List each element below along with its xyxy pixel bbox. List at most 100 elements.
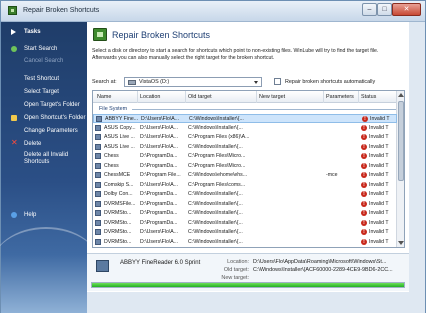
error-icon: ! — [361, 162, 367, 169]
minimize-button[interactable]: – — [362, 3, 377, 16]
cell-name: ABBYY Fine... — [105, 116, 139, 122]
column-divider[interactable] — [323, 91, 324, 103]
table-row[interactable]: ASUS Live ... D:\Users\Flo\A... C:\Program… — [93, 133, 397, 142]
cell-old-target: C:\Windows\Installer\{... — [188, 238, 243, 245]
table-row[interactable]: DVRMSto... D:\Users\Flo\A... C:\Windows\In… — [93, 238, 397, 247]
cell-status: Invalid T — [369, 143, 389, 150]
cell-status: Invalid T — [369, 124, 389, 131]
error-icon: ! — [361, 210, 367, 216]
table-row[interactable]: ChessMCE D:\Program File... C:\Windows\eho… — [93, 171, 397, 180]
sidebar-item-9[interactable]: Delete all Invalid Shortcuts — [5, 152, 85, 165]
table-row[interactable]: Dolby Con... D:\ProgramDa... C:\Windows\In… — [93, 190, 397, 199]
column-header[interactable]: New target — [259, 94, 285, 100]
shortcut-icon — [95, 229, 101, 235]
shortcut-icon — [95, 219, 101, 226]
table-row[interactable]: ABBYY Fine... D:\Users\Flo\A... C:\Windows… — [93, 114, 397, 123]
scroll-thumb[interactable] — [398, 101, 404, 181]
cell-old-target: C:\Program Files\Micro... — [188, 162, 246, 169]
sidebar-item-6[interactable]: Open Shortcut's Folder — [5, 113, 86, 123]
cell-location: D:\Users\Flo\A... — [140, 229, 179, 235]
sidebar-item-label: Tasks — [24, 29, 41, 35]
cell-parameters: -mce — [326, 172, 338, 178]
shortcut-icon — [95, 143, 101, 150]
table-row[interactable]: Chess D:\ProgramDa... C:\Program Files\Mic… — [93, 162, 397, 171]
table-row[interactable]: DVRMSto... D:\ProgramDa... C:\Windows\Inst… — [93, 219, 397, 228]
column-header[interactable]: Name — [97, 94, 111, 100]
table-row[interactable]: ASUS Live ... D:\Users\Flo\A... C:\Windows… — [93, 143, 397, 152]
app-window: Repair Broken Shortcuts – □ ✕ Tasks Start… — [0, 0, 426, 313]
scroll-up-icon[interactable] — [398, 93, 404, 97]
table-row[interactable]: DVRMSFile... D:\ProgramDa... C:\Windows\In… — [93, 200, 397, 209]
cell-location: D:\Users\Flo\A... — [140, 238, 179, 245]
cell-name: ASUS Live ... — [104, 134, 135, 140]
column-header[interactable]: Location — [140, 94, 160, 100]
sidebar-item-label: Start Search — [24, 46, 58, 52]
sidebar-item-0: Tasks — [5, 27, 85, 37]
cell-old-target: C:\Windows\ehome\ehs... — [188, 172, 248, 178]
sidebar-item-8[interactable]: ✕ Delete — [5, 139, 85, 149]
sidebar-item-10[interactable]: Help — [5, 210, 85, 220]
cell-name: DVRMSto... — [104, 219, 132, 226]
delete-icon: ✕ — [11, 138, 18, 147]
sidebar-item-4[interactable]: Select Target — [5, 87, 85, 97]
cell-status: Invalid T — [370, 116, 390, 122]
table-row[interactable]: DVRMSto... D:\ProgramDa... C:\Windows\Inst… — [93, 209, 397, 218]
search-location-select[interactable]: VistaOS (D:) — [124, 77, 262, 87]
column-header[interactable]: Old target — [188, 94, 212, 100]
cell-location: D:\ProgramDa... — [140, 200, 178, 207]
cell-location: D:\ProgramDa... — [140, 162, 178, 169]
error-icon: ! — [362, 116, 368, 122]
help-icon — [11, 212, 17, 218]
cell-name: Chess — [104, 162, 119, 169]
column-header[interactable]: Parameters — [326, 94, 354, 100]
table-row[interactable]: DVRMSto... D:\Users\Flo\A... C:\Windows\In… — [93, 228, 397, 237]
vertical-scrollbar[interactable] — [396, 91, 404, 247]
column-divider[interactable] — [185, 91, 186, 103]
cell-old-target: C:\Program Files (x86)\A... — [188, 134, 250, 140]
shortcut-icon — [95, 200, 101, 207]
sidebar-item-1[interactable]: Start Search — [5, 44, 85, 54]
sidebar-item-7[interactable]: Change Parameters — [5, 126, 85, 136]
sidebar-item-label: Open Shortcut's Folder — [24, 115, 86, 121]
sidebar-item-5[interactable]: Open Target's Folder — [5, 100, 85, 110]
status-bar — [87, 292, 425, 313]
column-divider[interactable] — [358, 91, 359, 103]
repair-shortcuts-icon — [93, 28, 107, 41]
cell-location: D:\ProgramDa... — [140, 153, 178, 159]
detail-new-target-label: New target: — [221, 275, 249, 281]
window-title: Repair Broken Shortcuts — [23, 7, 100, 14]
cell-status: Invalid T — [369, 153, 389, 159]
close-button[interactable]: ✕ — [392, 3, 421, 16]
cell-old-target: C:\Windows\Installer\{... — [188, 210, 243, 216]
task-sidebar: Tasks Start Search Cancel Search Test Short… — [0, 22, 101, 313]
error-icon: ! — [361, 200, 367, 207]
table-row[interactable]: ASUS Copy... D:\Users\Flo\A... C:\Windows\… — [93, 124, 397, 133]
sidebar-item-3[interactable]: Test Shortcut — [5, 74, 85, 84]
app-icon — [8, 6, 17, 15]
shortcut-icon — [95, 134, 101, 140]
detail-location-value: D:\Users\Flo\AppData\Roaming\Microsoft\W… — [253, 259, 387, 265]
cell-old-target: C:\Windows\Installer\{... — [188, 124, 243, 131]
cell-location: D:\Users\Flo\A... — [140, 143, 179, 150]
title-bar[interactable]: Repair Broken Shortcuts – □ ✕ — [1, 1, 425, 22]
column-header[interactable]: Status — [361, 94, 376, 100]
cell-name: Chess — [104, 153, 119, 159]
cell-status: Invalid T — [369, 200, 389, 207]
sidebar-item-2[interactable]: Cancel Search — [5, 56, 85, 66]
sidebar-item-label: Select Target — [24, 89, 59, 95]
cell-location: D:\Users\Flo\A... — [140, 181, 179, 188]
main-panel: Repair Broken Shortcuts Select a disk or… — [87, 22, 409, 292]
auto-repair-label: Repair broken shortcuts automatically — [285, 79, 376, 85]
table-row[interactable]: Comskip S... D:\Users\Flo\A... C:\Program … — [93, 181, 397, 190]
column-divider[interactable] — [256, 91, 257, 103]
search-at-label: Search at: — [92, 79, 117, 85]
scroll-down-icon[interactable] — [398, 241, 404, 245]
cell-status: Invalid T — [369, 181, 389, 188]
maximize-button[interactable]: □ — [377, 3, 392, 16]
column-divider[interactable] — [137, 91, 138, 103]
chevron-down-icon[interactable] — [252, 79, 260, 85]
table-row[interactable]: Chess D:\ProgramDa... C:\Program Files\Mic… — [93, 152, 397, 161]
cell-name: ChessMCE — [104, 172, 131, 178]
auto-repair-checkbox[interactable] — [274, 78, 281, 85]
cell-name: Comskip S... — [104, 181, 134, 188]
